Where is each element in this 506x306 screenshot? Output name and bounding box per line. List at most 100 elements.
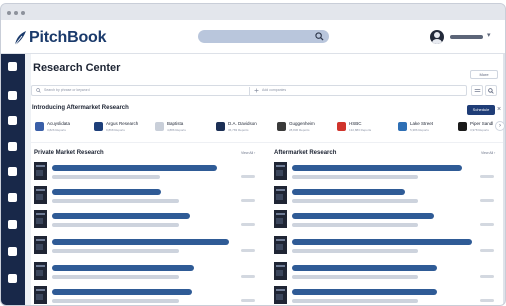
report-row[interactable] — [34, 210, 259, 232]
report-date-placeholder — [480, 223, 494, 226]
report-date-placeholder — [480, 175, 494, 178]
app-window: PitchBook ▾ Research Center More Search … — [0, 3, 506, 306]
global-search-input[interactable] — [198, 30, 329, 43]
provider-name: Acuyslidata — [47, 121, 71, 126]
report-thumbnail — [34, 210, 47, 228]
window-titlebar — [1, 4, 505, 20]
filter-bar: Search by phrase or keyword Add companie… — [31, 85, 467, 96]
report-row[interactable] — [274, 210, 499, 232]
sidebar-item[interactable] — [8, 167, 17, 176]
window-control-dot[interactable] — [14, 11, 18, 15]
provider-name: Argus Research — [106, 121, 139, 126]
report-title-placeholder — [292, 265, 437, 271]
report-thumbnail — [34, 186, 47, 204]
report-row[interactable] — [34, 162, 259, 184]
provider-carousel: Acuyslidata 3,826 Reports Argus Research… — [31, 120, 503, 134]
sidebar-item[interactable] — [8, 142, 17, 151]
report-title-placeholder — [292, 289, 437, 295]
view-all-link[interactable]: View All › — [481, 151, 495, 155]
app-header: PitchBook ▾ — [1, 20, 505, 54]
report-row[interactable] — [274, 236, 499, 258]
keyword-search-input[interactable]: Search by phrase or keyword — [44, 88, 90, 92]
report-meta-placeholder — [52, 175, 160, 179]
report-row[interactable] — [274, 186, 499, 208]
report-meta-placeholder — [292, 175, 418, 179]
provider-name: Guggenheim — [289, 121, 315, 126]
report-date-placeholder — [480, 199, 494, 202]
filter-icon — [474, 89, 480, 92]
report-thumbnail — [34, 236, 47, 254]
report-row[interactable] — [274, 262, 499, 284]
provider-logo — [458, 122, 467, 131]
report-row[interactable] — [274, 286, 499, 305]
report-meta-placeholder — [292, 249, 418, 253]
view-all-link[interactable]: View All › — [241, 151, 255, 155]
provider-report-count: 28,836 Reports — [289, 128, 310, 132]
brand-name: PitchBook — [29, 29, 107, 46]
search-icon — [488, 87, 494, 94]
report-row[interactable] — [34, 186, 259, 208]
provider-report-count: 4,886 Reports — [167, 128, 186, 132]
report-date-placeholder — [241, 199, 255, 202]
sidebar-item[interactable] — [8, 274, 17, 283]
report-thumbnail — [274, 210, 287, 228]
provider-logo — [398, 122, 407, 131]
sidebar-item[interactable] — [8, 220, 17, 229]
report-row[interactable] — [34, 262, 259, 284]
section-title: Aftermarket Research — [274, 150, 337, 156]
report-meta-placeholder — [52, 275, 179, 279]
report-meta-placeholder — [52, 299, 179, 303]
carousel-next-button[interactable]: › — [495, 121, 505, 131]
sidebar-item[interactable] — [8, 62, 17, 71]
sidebar-item[interactable] — [8, 116, 17, 125]
more-button[interactable]: More — [470, 70, 498, 79]
section-divider — [31, 142, 503, 143]
add-companies-input[interactable]: Add companies — [262, 88, 286, 92]
report-title-placeholder — [52, 213, 190, 219]
provider-name: Piper Sandl — [470, 121, 494, 126]
report-thumbnail — [34, 286, 47, 304]
report-meta-placeholder — [292, 223, 418, 227]
left-sidebar — [1, 54, 25, 305]
window-control-dot[interactable] — [21, 11, 25, 15]
window-control-dot[interactable] — [7, 11, 11, 15]
report-date-placeholder — [480, 299, 494, 302]
sidebar-item[interactable] — [8, 91, 17, 100]
report-meta-placeholder — [52, 199, 179, 203]
search-icon[interactable] — [315, 32, 324, 41]
report-meta-placeholder — [292, 275, 418, 279]
provider-report-count: 5,386 Reports — [410, 128, 429, 132]
page-title: Research Center — [33, 62, 121, 74]
close-icon[interactable]: × — [497, 105, 501, 114]
chevron-down-icon[interactable]: ▾ — [487, 32, 494, 39]
report-row[interactable] — [34, 286, 259, 305]
report-date-placeholder — [480, 249, 494, 252]
provider-name: Baptista — [167, 121, 184, 126]
report-meta-placeholder — [292, 299, 418, 303]
sidebar-item[interactable] — [8, 247, 17, 256]
report-title-placeholder — [292, 189, 405, 195]
report-date-placeholder — [241, 249, 255, 252]
report-title-placeholder — [292, 213, 434, 219]
search-submit-button[interactable] — [485, 85, 497, 96]
report-thumbnail — [34, 262, 47, 280]
filter-divider — [249, 87, 250, 95]
filter-button[interactable] — [471, 85, 483, 96]
user-name-placeholder[interactable] — [450, 35, 483, 39]
report-title-placeholder — [52, 189, 161, 195]
provider-report-count: 36,783 Reports — [228, 128, 249, 132]
report-row[interactable] — [274, 162, 499, 184]
pitchbook-logo[interactable]: PitchBook — [13, 28, 107, 48]
sidebar-item[interactable] — [8, 193, 17, 202]
provider-logo — [277, 122, 286, 131]
report-meta-placeholder — [292, 199, 418, 203]
provider-logo — [337, 122, 346, 131]
report-date-placeholder — [241, 275, 255, 278]
provider-report-count: 132,883 Reports — [349, 128, 372, 132]
user-avatar[interactable] — [430, 30, 444, 44]
report-row[interactable] — [34, 236, 259, 258]
search-icon — [36, 88, 41, 93]
schedule-button[interactable]: Schedule — [467, 105, 495, 115]
report-title-placeholder — [292, 165, 462, 171]
provider-logo — [94, 122, 103, 131]
